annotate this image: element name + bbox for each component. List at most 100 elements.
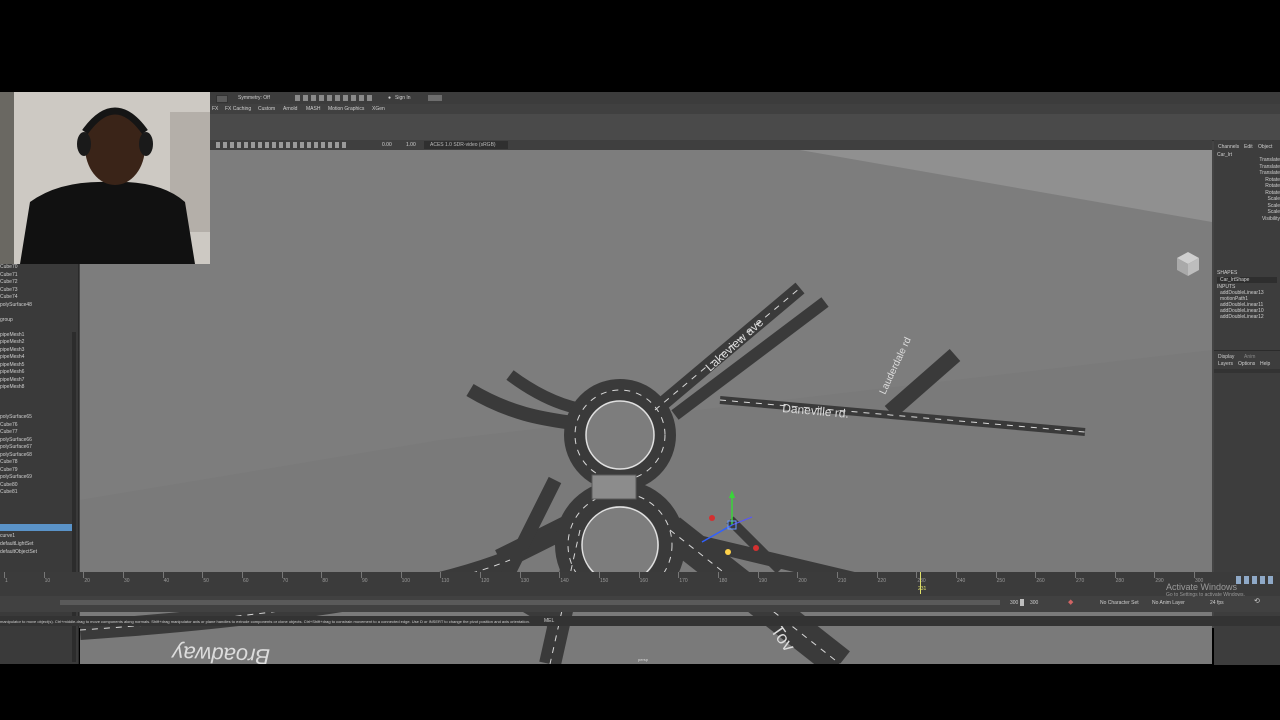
auto-key-icon[interactable]: ◆ <box>1068 598 1073 606</box>
range-start[interactable]: 300 <box>1010 600 1018 607</box>
outliner-item[interactable] <box>0 504 76 512</box>
outliner-item[interactable]: Cube77 <box>0 429 76 437</box>
outliner-item[interactable]: pipeMesh2 <box>0 339 76 347</box>
channel-tab[interactable]: Object <box>1258 144 1272 151</box>
outliner-item[interactable]: polySurface68 <box>0 452 76 460</box>
shape-row[interactable]: Car_lrtShape <box>1217 277 1277 283</box>
layer-menu[interactable]: Layers <box>1218 361 1233 368</box>
range-handle[interactable] <box>1020 599 1024 606</box>
status-button[interactable] <box>428 95 442 101</box>
timeline-tick-label: 240 <box>957 578 966 584</box>
outliner-item[interactable]: Cube74 <box>0 294 76 302</box>
outliner-item[interactable]: Cube79 <box>0 467 76 475</box>
shelf-tab[interactable]: Arnold <box>283 106 297 113</box>
timeline-tick-label: 200 <box>798 578 807 584</box>
outliner-list: Cube70 Cube71 Cube72 Cube73 Cube74 polySurfac… <box>0 264 76 527</box>
outliner-item[interactable]: polySurface66 <box>0 437 76 445</box>
timeline-tick-label: 170 <box>679 578 688 584</box>
timeline-tick-label: 1 <box>5 578 8 584</box>
outliner-item[interactable]: pipeMesh6 <box>0 369 76 377</box>
channel-tab[interactable]: Edit <box>1244 144 1253 151</box>
shelf-tab[interactable]: MASH <box>306 106 320 113</box>
outliner-item[interactable]: Cube80 <box>0 482 76 490</box>
timeline-tick-label: 60 <box>243 578 249 584</box>
outliner-item[interactable]: polySurface69 <box>0 474 76 482</box>
shelf-tab[interactable]: FX Caching <box>225 106 251 113</box>
fps-dropdown[interactable]: 24 fps <box>1210 600 1224 607</box>
timeline-tick-label: 270 <box>1076 578 1085 584</box>
outliner-item[interactable]: defaultObjectSet <box>0 549 37 556</box>
range-end[interactable]: 300 <box>1030 600 1038 607</box>
outliner-item[interactable]: polySurface48 <box>0 302 76 310</box>
view-cube-icon[interactable] <box>1177 252 1199 276</box>
timeline-tick-label: 140 <box>560 578 569 584</box>
outliner-item[interactable]: pipeMesh7 <box>0 377 76 385</box>
viewport-icons[interactable] <box>216 142 346 148</box>
user-icon[interactable]: ● <box>388 95 391 102</box>
shelf-tab[interactable]: XGen <box>372 106 385 113</box>
anim-layer-dropdown[interactable]: No Anim Layer <box>1152 600 1185 607</box>
help-line: manipulator to move object(s). Ctrl+midd… <box>0 616 1280 626</box>
colorspace-dropdown[interactable]: ACES 1.0 SDR-video (sRGB) <box>424 141 508 149</box>
outliner-item[interactable]: group <box>0 317 76 325</box>
outliner-item[interactable]: pipeMesh3 <box>0 347 76 355</box>
outliner-item[interactable] <box>0 309 76 317</box>
timeline-tick-label: 260 <box>1036 578 1045 584</box>
outliner-item[interactable] <box>0 497 76 505</box>
outliner-item[interactable]: defaultLightSet <box>0 541 33 548</box>
loop-icon[interactable]: ⟲ <box>1254 597 1260 605</box>
status-icons[interactable] <box>295 95 375 101</box>
object-name: Car_lrt <box>1217 152 1233 158</box>
outliner-item[interactable]: Cube73 <box>0 287 76 295</box>
timeline-tick-label: 220 <box>877 578 886 584</box>
timeline-tick-label: 40 <box>163 578 170 584</box>
outliner-item[interactable]: pipeMesh8 <box>0 384 76 392</box>
shelf-tab[interactable]: Custom <box>258 106 275 113</box>
watermark-title: Activate Windows <box>1166 582 1238 592</box>
layer-tab[interactable]: Anim <box>1244 354 1255 361</box>
layer-divider <box>1214 369 1280 373</box>
outliner-item[interactable] <box>0 512 76 520</box>
input-node[interactable]: addDoubleLinear12 <box>1220 314 1280 320</box>
timeline-tick-label: 120 <box>481 578 490 584</box>
attribute-list: Translate Translate Translate Rotate Rotate R… <box>1240 157 1280 222</box>
outliner-item[interactable]: pipeMesh5 <box>0 362 76 370</box>
layer-tab[interactable]: Display <box>1218 354 1234 361</box>
outliner-item[interactable]: Cube81 <box>0 489 76 497</box>
channel-tab[interactable]: Channels <box>1218 144 1239 151</box>
timeline-tick-label: 250 <box>996 578 1005 584</box>
outliner-item[interactable] <box>0 399 76 407</box>
outliner-item[interactable]: Cube72 <box>0 279 76 287</box>
outliner-selected-row[interactable] <box>0 524 72 531</box>
outliner-scrollbar[interactable] <box>72 332 76 662</box>
outliner-item[interactable] <box>0 324 76 332</box>
gamma-field[interactable]: 1.00 <box>406 142 416 149</box>
character-set-dropdown[interactable]: No Character Set <box>1100 600 1139 607</box>
outliner-item[interactable] <box>0 392 76 400</box>
outliner-item[interactable]: Cube71 <box>0 272 76 280</box>
outliner-item[interactable]: Cube76 <box>0 422 76 430</box>
channel-attribute[interactable]: Visibility <box>1240 216 1280 223</box>
layer-menu[interactable]: Help <box>1260 361 1270 368</box>
shelf-tab[interactable]: FX <box>212 106 218 113</box>
outliner-item[interactable]: pipeMesh4 <box>0 354 76 362</box>
outliner-item[interactable]: Cube78 <box>0 459 76 467</box>
layer-menu[interactable]: Options <box>1238 361 1255 368</box>
signin-button[interactable]: Sign In <box>395 95 411 102</box>
shelf-tab[interactable]: Motion Graphics <box>328 106 364 113</box>
outliner-item[interactable]: polySurface65 <box>0 414 76 422</box>
outliner-item[interactable]: curve1 <box>0 533 15 540</box>
exposure-field[interactable]: 0.00 <box>382 142 392 149</box>
mel-label[interactable]: MEL <box>544 618 554 625</box>
outliner-item[interactable]: polySurface67 <box>0 444 76 452</box>
timeline-tick-label: 90 <box>362 578 368 584</box>
range-track[interactable] <box>60 600 1000 605</box>
webcam-overlay <box>0 92 210 264</box>
outliner-item[interactable] <box>0 407 76 415</box>
symmetry-dropdown[interactable]: Symmetry: Off <box>238 95 270 102</box>
dropdown-button[interactable] <box>216 95 228 103</box>
outliner-item[interactable]: Cube70 <box>0 264 76 272</box>
time-slider[interactable]: 1 10 20 30 40 50 60 70 80 90 100 110 120 130 140 150 160… <box>0 572 1280 596</box>
outliner-item[interactable]: pipeMesh1 <box>0 332 76 340</box>
inputs-list: addDoubleLinear13 motionPath1 addDoubleLin… <box>1220 290 1280 320</box>
